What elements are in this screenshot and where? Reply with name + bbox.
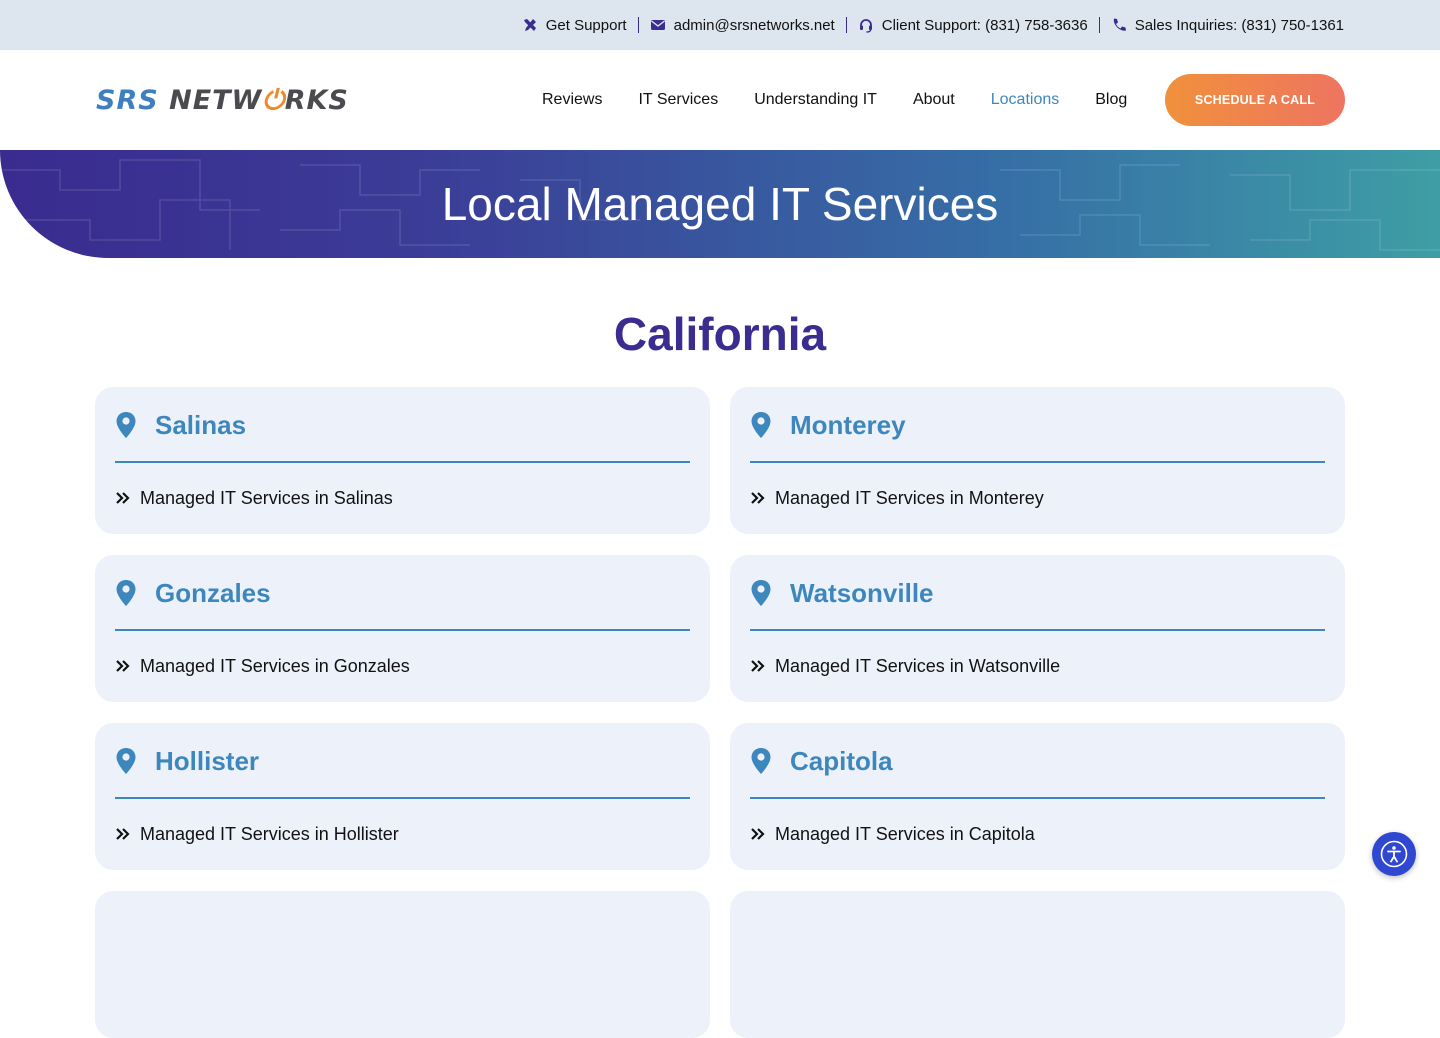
location-card-monterey: Monterey Managed IT Services in Monterey [730, 387, 1345, 534]
tools-icon [522, 17, 538, 33]
location-service-link[interactable]: Managed IT Services in Capitola [750, 823, 1035, 845]
page-title: Local Managed IT Services [441, 178, 999, 230]
map-pin-icon [750, 579, 772, 607]
location-link-label: Managed IT Services in Gonzales [140, 655, 410, 676]
location-title[interactable]: Salinas [155, 410, 246, 441]
card-divider [750, 797, 1325, 799]
location-link-label: Managed IT Services in Salinas [140, 487, 393, 508]
card-divider [750, 461, 1325, 463]
power-icon: ⏻ [262, 85, 285, 116]
email-link[interactable]: admin@srsnetworks.net [650, 17, 835, 34]
location-service-link[interactable]: Managed IT Services in Hollister [115, 823, 399, 845]
card-header: Gonzales [115, 578, 271, 609]
location-link-label: Managed IT Services in Hollister [140, 823, 399, 844]
card-divider [115, 461, 690, 463]
accessibility-button[interactable] [1372, 832, 1416, 876]
nav-blog[interactable]: Blog [1095, 91, 1127, 109]
map-pin-icon [750, 411, 772, 439]
card-header: Capitola [750, 746, 893, 777]
double-chevron-right-icon [115, 491, 131, 505]
locations-grid: Salinas Managed IT Services in Salinas M… [95, 387, 1345, 1038]
location-card-watsonville: Watsonville Managed IT Services in Watso… [730, 555, 1345, 702]
nav-reviews[interactable]: Reviews [542, 91, 602, 109]
get-support-label: Get Support [545, 16, 627, 34]
phone-icon [1111, 17, 1127, 33]
card-header: Salinas [115, 410, 246, 441]
location-title[interactable]: Watsonville [790, 578, 934, 609]
card-header: Watsonville [750, 578, 934, 609]
location-link-label: Managed IT Services in Watsonville [775, 655, 1061, 676]
nav-it-services[interactable]: IT Services [638, 91, 718, 109]
headset-icon [858, 17, 874, 33]
location-link-label: Managed IT Services in Capitola [775, 823, 1035, 844]
envelope-icon [650, 17, 666, 33]
map-pin-icon [115, 411, 137, 439]
topbar-divider [1098, 17, 1100, 33]
location-title[interactable]: Hollister [155, 746, 259, 777]
double-chevron-right-icon [750, 491, 766, 505]
location-card-partial [730, 891, 1345, 1038]
location-title[interactable]: Gonzales [155, 578, 271, 609]
state-heading: California [613, 308, 827, 360]
map-pin-icon [750, 747, 772, 775]
location-link-label: Managed IT Services in Monterey [775, 487, 1044, 508]
card-divider [115, 629, 690, 631]
schedule-a-call-button[interactable]: SCHEDULE A CALL [1165, 74, 1345, 126]
card-divider [750, 629, 1325, 631]
location-title[interactable]: Monterey [790, 410, 906, 441]
srs-networks-logo[interactable]: SRS NETW⏻RKS [96, 86, 420, 116]
hero-banner: Local Managed IT Services [0, 150, 1440, 258]
topbar-divider [637, 17, 639, 33]
site-header: SRS NETW⏻RKS Reviews IT Services Underst… [0, 50, 1440, 150]
card-header: Monterey [750, 410, 906, 441]
location-title[interactable]: Capitola [790, 746, 893, 777]
double-chevron-right-icon [750, 827, 766, 841]
location-service-link[interactable]: Managed IT Services in Monterey [750, 487, 1044, 509]
location-card-salinas: Salinas Managed IT Services in Salinas [95, 387, 710, 534]
location-card-hollister: Hollister Managed IT Services in Hollist… [95, 723, 710, 870]
logo-wordmark: SRS NETW⏻RKS [96, 85, 349, 116]
card-divider [115, 797, 690, 799]
map-pin-icon [115, 579, 137, 607]
email-label: admin@srsnetworks.net [673, 16, 835, 34]
top-utility-bar: Get Support admin@srsnetworks.net Client… [0, 0, 1440, 50]
location-card-partial [95, 891, 710, 1038]
location-service-link[interactable]: Managed IT Services in Gonzales [115, 655, 410, 677]
client-support-label: Client Support: (831) 758-3636 [881, 16, 1088, 34]
card-header: Hollister [115, 746, 259, 777]
double-chevron-right-icon [115, 659, 131, 673]
location-service-link[interactable]: Managed IT Services in Watsonville [750, 655, 1060, 677]
accessibility-icon [1380, 840, 1408, 868]
sales-inquiries-label: Sales Inquiries: (831) 750-1361 [1134, 16, 1344, 34]
double-chevron-right-icon [115, 827, 131, 841]
main-nav: Reviews IT Services Understanding IT Abo… [542, 50, 1163, 150]
topbar-divider [845, 17, 847, 33]
location-card-capitola: Capitola Managed IT Services in Capitola [730, 723, 1345, 870]
location-service-link[interactable]: Managed IT Services in Salinas [115, 487, 393, 509]
nav-locations[interactable]: Locations [991, 91, 1060, 109]
nav-understanding-it[interactable]: Understanding IT [754, 91, 877, 109]
nav-about[interactable]: About [913, 91, 955, 109]
double-chevron-right-icon [750, 659, 766, 673]
get-support-link[interactable]: Get Support [522, 17, 627, 34]
location-card-gonzales: Gonzales Managed IT Services in Gonzales [95, 555, 710, 702]
client-support-link[interactable]: Client Support: (831) 758-3636 [858, 17, 1088, 34]
map-pin-icon [115, 747, 137, 775]
sales-inquiries-link[interactable]: Sales Inquiries: (831) 750-1361 [1111, 17, 1344, 34]
